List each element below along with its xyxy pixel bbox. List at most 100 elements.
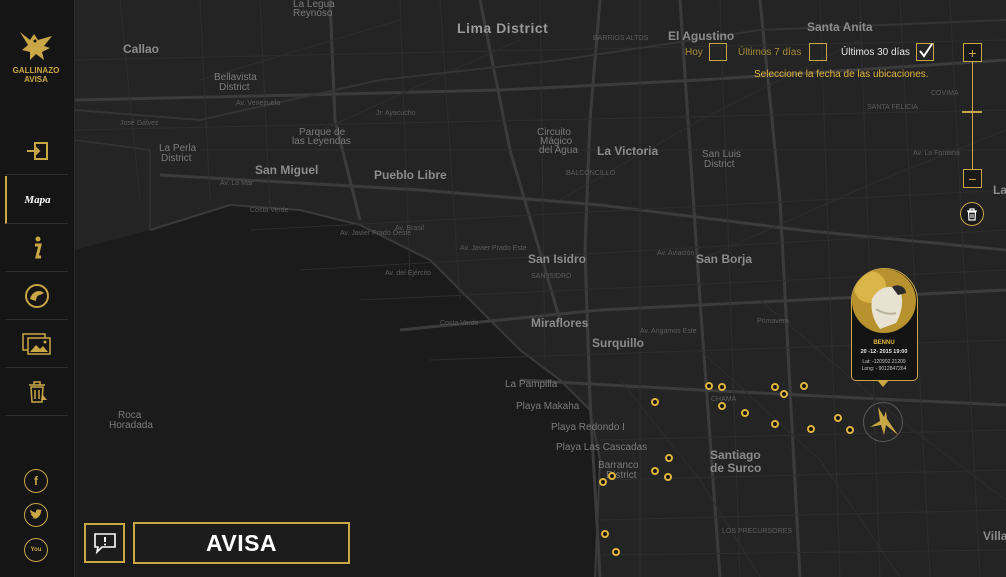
vulture-logo-icon: [20, 32, 52, 60]
location-point[interactable]: [665, 454, 673, 462]
logo[interactable]: GALLINAZO AVISA: [8, 30, 64, 92]
sidebar-item-info[interactable]: [5, 224, 68, 272]
location-point[interactable]: [718, 383, 726, 391]
filter-today-label: Hoy: [685, 46, 703, 58]
map-label-la-perla-district: District: [161, 153, 192, 164]
map-label-av-del-ejercito: Av. del Ejército: [385, 270, 432, 277]
sidebar-item-label: Mapa: [24, 193, 51, 206]
sidebar-item-gallery[interactable]: [5, 320, 68, 368]
map-label-la-pampilla: La Pampilla: [505, 379, 558, 390]
map-label-costa-verde: Costa Verde: [250, 207, 289, 214]
map-label-av-primavera: Primavera: [757, 318, 789, 325]
map-label-javier-prado-oeste: Av. Javier Prado Oeste: [340, 230, 412, 237]
bird-photo: [852, 269, 916, 333]
location-point[interactable]: [608, 472, 616, 480]
map-label-av-venezuela: Av. Venezuela: [236, 100, 281, 107]
location-point[interactable]: [601, 530, 609, 538]
location-point[interactable]: [651, 467, 659, 475]
sidebar-item-mapa[interactable]: Mapa: [5, 176, 68, 224]
map-label-av-aviacion: Av. Aviación: [657, 250, 695, 257]
clear-points-button[interactable]: [960, 202, 984, 226]
facebook-button[interactable]: f: [24, 469, 48, 493]
map-label-balconcillo: BALCONCILLO: [566, 170, 616, 177]
map-label-san-borja: San Borja: [696, 252, 753, 266]
map-label-roca-horadada-2: Horadada: [109, 420, 153, 431]
map-label-barrios-altos: BARRIOS ALTOS: [593, 35, 649, 42]
map-label-circuito-3: del Agua: [539, 145, 578, 156]
map-label-el-agustino: El Agustino: [668, 29, 735, 43]
filter-today-checkbox[interactable]: [708, 43, 727, 61]
map-label-bellavista-district: District: [219, 82, 250, 93]
zoom-slider-thumb[interactable]: [962, 110, 982, 113]
filter-hint: Seleccione la fecha de las ubicaciones.: [754, 69, 929, 80]
bird-latitude: Lat: -120902.21209: [862, 359, 906, 365]
zoom-out-button[interactable]: −: [963, 169, 982, 188]
bird-location-marker[interactable]: [863, 402, 903, 442]
map-label-san-isidro: San Isidro: [528, 252, 587, 266]
trash-report-icon: [28, 380, 47, 403]
location-point[interactable]: [771, 383, 779, 391]
location-point[interactable]: [599, 478, 607, 486]
filter-last30[interactable]: Últimos 30 días: [841, 43, 934, 61]
map-label-av-la-fontana: Av. La Fontana: [913, 150, 960, 157]
map-label-jose-galvez: José Gálvez: [120, 120, 159, 127]
popup-pointer: [877, 380, 889, 387]
location-point[interactable]: [705, 382, 713, 390]
map-label-santa-anita: Santa Anita: [807, 20, 873, 34]
location-point[interactable]: [780, 390, 788, 398]
location-point[interactable]: [800, 382, 808, 390]
info-icon: [34, 236, 42, 258]
filter-last30-checkbox[interactable]: [915, 43, 934, 61]
alert-chat-icon: [93, 533, 116, 554]
location-point[interactable]: [834, 414, 842, 422]
filter-last7[interactable]: Últimos 7 días: [738, 43, 828, 61]
map-label-jr-ayacucho: Jr. Ayacucho: [376, 110, 416, 117]
sidebar-item-vulture[interactable]: [5, 272, 68, 320]
map-label-la-victoria: La Victoria: [597, 144, 659, 158]
bird-info-popup: BENNU 20 -12- 2015 19:00 Lat: -120902.21…: [851, 268, 918, 381]
youtube-icon: You: [30, 547, 42, 553]
location-point[interactable]: [846, 426, 854, 434]
map-label-santiago-de-surco-1: Santiago: [710, 448, 761, 462]
login-icon: [26, 141, 48, 160]
map-label-los-precursores: LOS PRECURSORES: [722, 528, 793, 535]
vulture-head-icon: [24, 283, 49, 308]
map-label-callao: Callao: [123, 42, 160, 56]
trash-icon: [967, 207, 977, 221]
map-label-covima: COVIMA: [931, 90, 959, 97]
location-point[interactable]: [718, 402, 726, 410]
filter-today[interactable]: Hoy: [685, 43, 727, 61]
bird-date: 20 -12- 2015 19:00: [860, 349, 908, 355]
gallery-icon: [21, 332, 51, 355]
map-label-santa-felicia: SANTA FELICIA: [867, 104, 918, 111]
map-label-san-luis-district: District: [704, 159, 735, 170]
location-point[interactable]: [612, 548, 620, 556]
twitter-button[interactable]: [24, 503, 48, 527]
checkmark-icon: [919, 43, 933, 58]
location-point[interactable]: [807, 425, 815, 433]
filter-last7-label: Últimos 7 días: [738, 46, 802, 58]
map-label-av-javier-prado: Av. Javier Prado Este: [460, 245, 527, 252]
sidebar-item-login[interactable]: [5, 127, 68, 175]
map-label-av-la-mar: Av. La Mar: [220, 180, 254, 187]
zoom-in-button[interactable]: +: [963, 43, 982, 62]
map-label-villa: Villa: [983, 529, 1006, 543]
map-label-surquillo: Surquillo: [592, 336, 644, 350]
map-label-av-angamos: Av. Angamos Este: [640, 328, 697, 335]
location-point[interactable]: [664, 473, 672, 481]
map-label-playa-redondo: Playa Redondo I: [551, 422, 625, 433]
youtube-button[interactable]: You: [24, 538, 48, 562]
location-point[interactable]: [741, 409, 749, 417]
sidebar-item-trash-report[interactable]: [5, 368, 68, 416]
zoom-slider-track[interactable]: [972, 62, 973, 169]
location-point[interactable]: [651, 398, 659, 406]
brand-line-2: AVISA: [24, 75, 48, 84]
report-alert-button[interactable]: [84, 523, 125, 563]
sidebar: GALLINAZO AVISA Mapa f You: [0, 0, 75, 577]
brand-line-1: GALLINAZO: [12, 66, 60, 75]
filter-last7-checkbox[interactable]: [809, 43, 828, 61]
location-point[interactable]: [771, 420, 779, 428]
map-label-playa-las-cascadas: Playa Las Cascadas: [556, 442, 648, 453]
avisa-button[interactable]: AVISA: [133, 522, 350, 564]
map-label-la: La: [993, 183, 1006, 197]
